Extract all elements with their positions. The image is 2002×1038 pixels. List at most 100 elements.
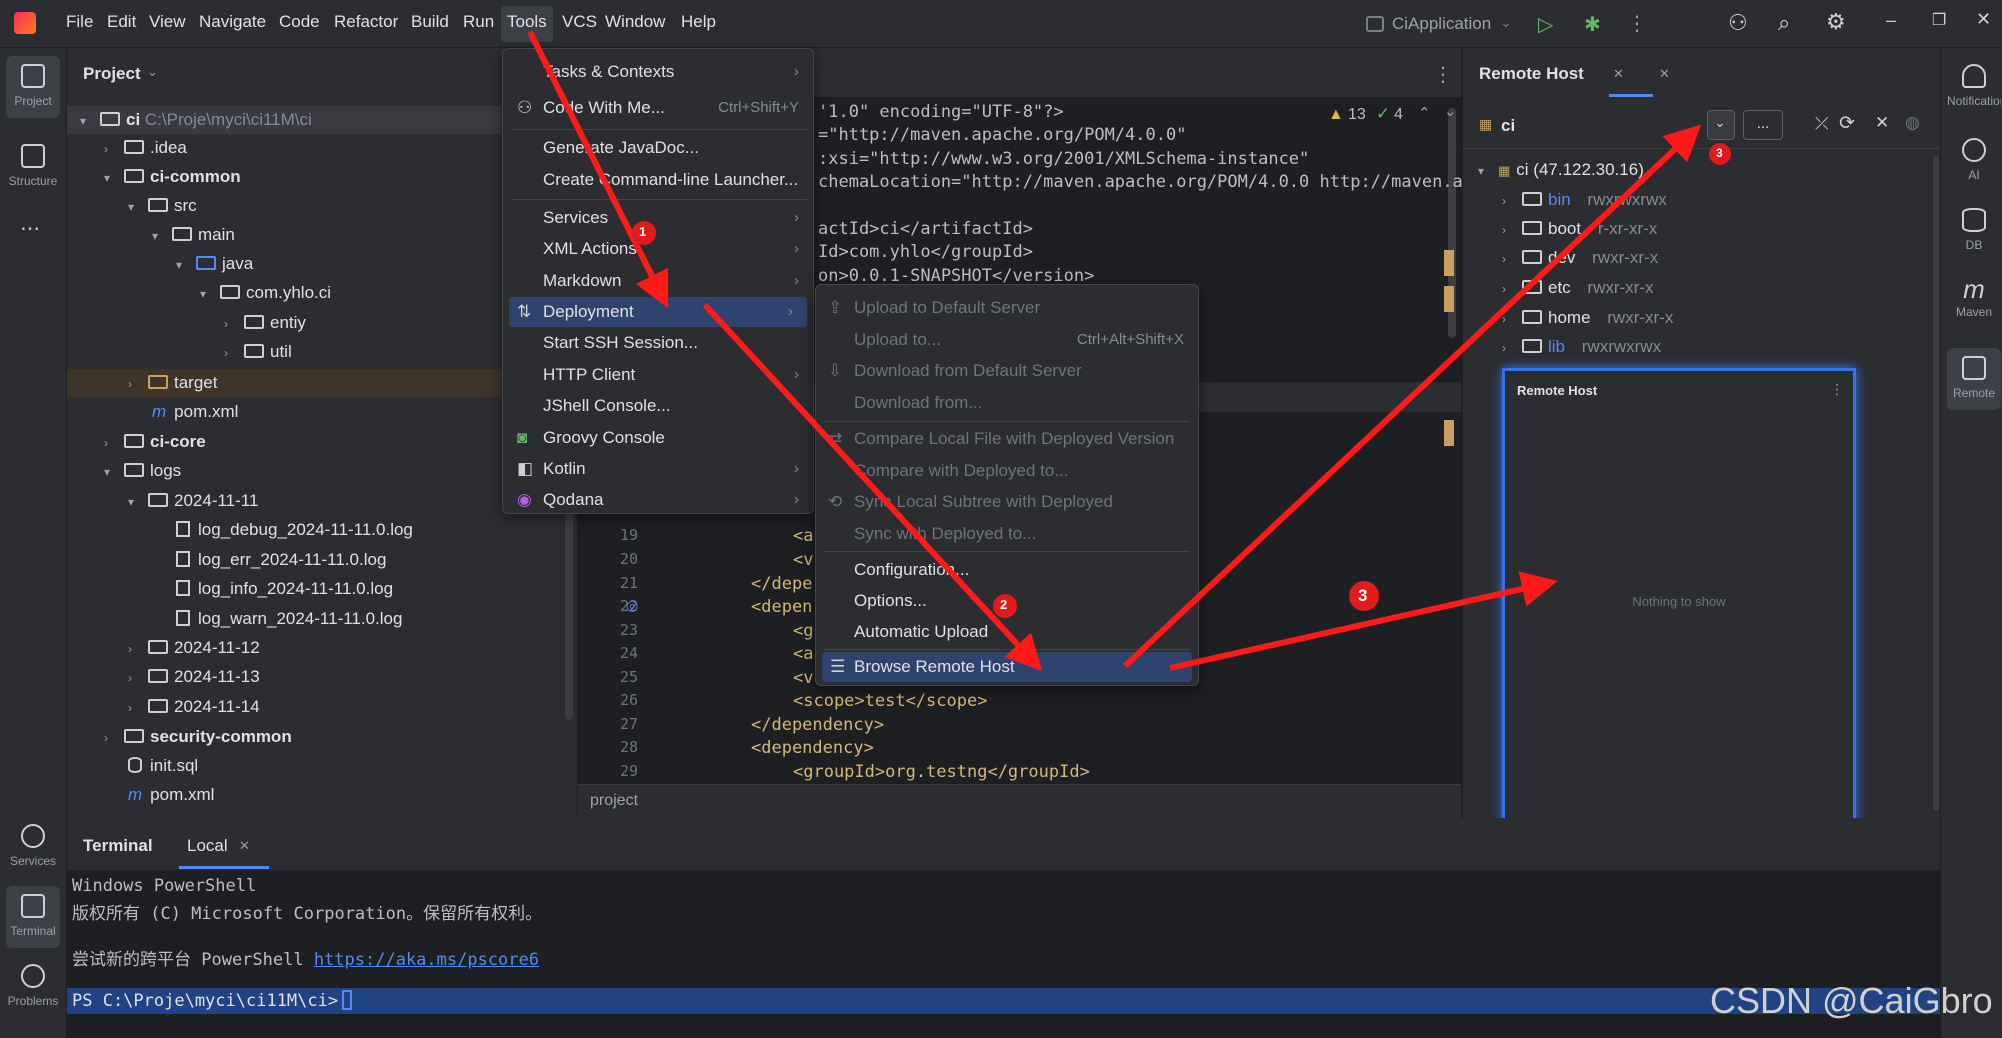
chevron-down-icon[interactable]: ⌄ [1444, 102, 1457, 120]
ai-tool-button[interactable]: AI [1947, 130, 2001, 192]
code-line[interactable]: </depe [751, 574, 812, 594]
remote-tool-button[interactable]: Remote [1947, 348, 2001, 410]
menu-item-sync-deployed[interactable]: Sync with Deployed to... [816, 519, 1198, 549]
code-line[interactable]: <scope>test</scope> [793, 691, 987, 711]
code-line[interactable]: <depen [751, 597, 812, 617]
code-line[interactable]: <g [793, 621, 813, 641]
close-tab-icon[interactable]: ✕ [1613, 66, 1624, 82]
menu-item-compare-local[interactable]: ⇄ Compare Local File with Deployed Versio… [816, 424, 1198, 454]
menu-item-services[interactable]: Services › [503, 203, 813, 233]
tree-row-target[interactable]: › target [128, 369, 217, 397]
settings-icon[interactable]: ◍ [1905, 113, 1920, 133]
search-icon[interactable]: ⌕ [1778, 10, 1790, 36]
code-line[interactable]: '1.0" encoding="UTF-8"?> [818, 102, 1064, 122]
warning-count[interactable]: 13 [1348, 106, 1366, 124]
check-count[interactable]: 4 [1394, 106, 1403, 124]
code-line[interactable]: ="http://maven.apache.org/POM/4.0.0" [818, 125, 1186, 145]
menu-view[interactable]: View [149, 12, 186, 32]
code-line[interactable]: <v [793, 550, 813, 570]
menu-code[interactable]: Code [279, 12, 320, 32]
close-tab-icon[interactable]: ✕ [1659, 66, 1670, 82]
warning-marker[interactable] [1444, 250, 1454, 276]
remote-dir-bin[interactable]: › bin rwxrwxrwx [1502, 186, 1667, 214]
tree-row-log-err[interactable]: log_err_2024-11-11.0.log [176, 546, 386, 574]
menu-vcs[interactable]: VCS [562, 12, 597, 32]
maven-tool-button[interactable]: m Maven [1947, 270, 2001, 332]
pscore-link[interactable]: https://aka.ms/pscore6 [314, 950, 539, 970]
tree-row-entiy[interactable]: › entiy [224, 309, 306, 337]
code-line[interactable]: <dependency> [751, 738, 874, 758]
code-line[interactable]: <a [793, 526, 813, 546]
code-line[interactable]: on>0.0.1-SNAPSHOT</version> [818, 266, 1094, 286]
code-line[interactable]: chemaLocation="http://maven.apache.org/P… [818, 172, 1473, 192]
code-line[interactable]: </dependency> [751, 715, 884, 735]
server-name[interactable]: ci [1501, 116, 1515, 136]
debug-icon[interactable]: ✱ [1584, 12, 1601, 37]
remote-host-tab[interactable]: Remote Host [1479, 64, 1584, 84]
menu-build[interactable]: Build [411, 12, 449, 32]
tree-row-ci-core[interactable]: › ci-core [104, 428, 206, 456]
warning-marker[interactable] [1444, 420, 1454, 446]
tree-row-util[interactable]: › util [224, 338, 292, 366]
menu-item-generate-javadoc[interactable]: Generate JavaDoc... [503, 133, 813, 163]
menu-item-upload-to[interactable]: Upload to... Ctrl+Alt+Shift+X [816, 325, 1198, 355]
tree-row-pom[interactable]: m pom.xml [152, 398, 238, 426]
remote-dir-boot[interactable]: › boot r-xr-xr-x [1502, 215, 1657, 243]
project-tool-button[interactable]: Project [6, 56, 60, 118]
menu-item-automatic-upload[interactable]: Automatic Upload [816, 617, 1198, 647]
menu-refactor[interactable]: Refactor [334, 12, 398, 32]
close-icon[interactable]: ✕ [1875, 113, 1889, 133]
code-line[interactable]: <groupId>org.testng</groupId> [793, 762, 1090, 782]
add-user-icon[interactable]: ⚇ [1728, 10, 1748, 36]
tree-row-root-pom[interactable]: m pom.xml [128, 781, 214, 809]
menu-item-browse-remote-host[interactable]: ☰ Browse Remote Host [822, 652, 1192, 682]
breadcrumb[interactable]: project [590, 792, 638, 810]
menu-item-code-with-me[interactable]: ⚇ Code With Me... Ctrl+Shift+Y [503, 93, 813, 123]
more-vertical-icon[interactable]: ⋮ [1627, 11, 1647, 36]
tree-row-main[interactable]: ▾ main [152, 221, 235, 249]
remote-dir-home[interactable]: › home rwxr-xr-x [1502, 304, 1673, 332]
terminal-prompt[interactable]: PS C:\Proje\myci\ci11M\ci> [72, 990, 353, 1011]
tree-row-2024-11-12[interactable]: › 2024-11-12 [128, 634, 260, 662]
menu-item-deployment[interactable]: ⇅ Deployment › [509, 297, 807, 327]
menu-item-configuration[interactable]: Configuration... [816, 555, 1198, 585]
tree-row-init-sql[interactable]: init.sql [128, 752, 198, 780]
menu-navigate[interactable]: Navigate [199, 12, 266, 32]
run-config-selector[interactable]: CiApplication [1392, 14, 1491, 34]
menu-item-compare-deployed[interactable]: Compare with Deployed to... [816, 456, 1198, 486]
chevron-up-icon[interactable]: ⌃ [1418, 104, 1431, 122]
remote-dir-lib[interactable]: › lib rwxrwxrwx [1502, 333, 1661, 361]
menu-item-tasks-contexts[interactable]: Tasks & Contexts › [503, 57, 813, 87]
minimize-icon[interactable]: – [1886, 10, 1896, 31]
gear-icon[interactable]: ⚙ [1826, 9, 1846, 35]
tree-row-log-info[interactable]: log_info_2024-11-11.0.log [176, 575, 393, 603]
menu-item-xml-actions[interactable]: XML Actions › [503, 234, 813, 264]
collapse-icon[interactable]: ⤫ [1815, 114, 1829, 134]
tree-row-package[interactable]: ▾ com.yhlo.ci [200, 279, 331, 307]
close-tab-icon[interactable]: ✕ [239, 838, 250, 854]
browse-servers-button[interactable]: ... [1743, 110, 1783, 140]
remote-dir-dev[interactable]: › dev rwxr-xr-x [1502, 244, 1658, 272]
warning-marker[interactable] [1444, 286, 1454, 312]
menu-item-qodana[interactable]: ◉ Qodana › [503, 485, 813, 515]
code-line[interactable]: <a [793, 644, 813, 664]
more-vertical-icon[interactable]: ⋮ [1830, 381, 1844, 398]
menu-window[interactable]: Window [605, 12, 665, 32]
menu-item-jshell[interactable]: JShell Console... [503, 391, 813, 421]
menu-item-http-client[interactable]: HTTP Client › [503, 360, 813, 390]
db-tool-button[interactable]: DB [1947, 200, 2001, 262]
tree-row-java[interactable]: ▾ java [176, 250, 253, 278]
menu-item-ssh-session[interactable]: Start SSH Session... [503, 328, 813, 358]
services-tool-button[interactable]: Services [6, 816, 60, 878]
project-panel-title[interactable]: Project [83, 64, 141, 84]
tree-row-security-common[interactable]: › security-common [104, 723, 292, 751]
tree-row-idea[interactable]: › .idea [104, 134, 187, 162]
code-line[interactable]: actId>ci</artifactId> [818, 219, 1033, 239]
tree-row-2024-11-13[interactable]: › 2024-11-13 [128, 663, 260, 691]
menu-help[interactable]: Help [681, 12, 716, 32]
problems-tool-button[interactable]: Problems [6, 956, 60, 1018]
structure-tool-button[interactable]: Structure [6, 136, 60, 198]
menu-run[interactable]: Run [463, 12, 494, 32]
tree-row-log-debug[interactable]: log_debug_2024-11-11.0.log [176, 516, 413, 544]
tree-row-ci-common[interactable]: ▾ ci-common [104, 163, 241, 191]
